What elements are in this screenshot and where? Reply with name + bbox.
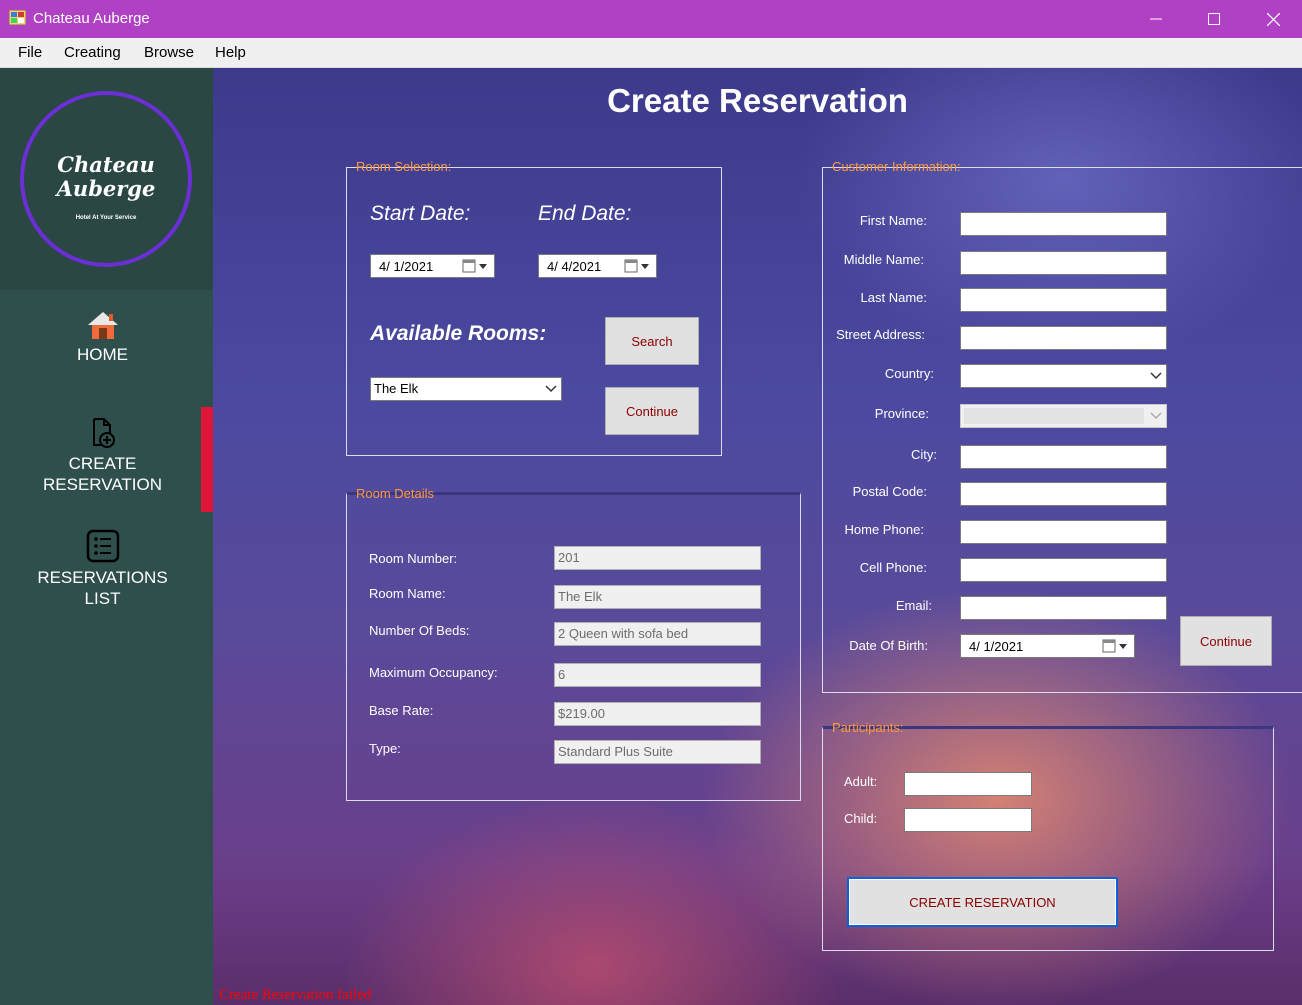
logo: Chateau Auberge Hotel At Your Service bbox=[20, 91, 192, 267]
end-date-label: End Date: bbox=[538, 202, 632, 225]
start-date-label: Start Date: bbox=[370, 202, 471, 225]
menu-browse[interactable]: Browse bbox=[144, 44, 194, 61]
child-field[interactable] bbox=[904, 808, 1032, 832]
room-selection-group: Room Selection: Start Date: End Date: 4/… bbox=[346, 159, 722, 456]
title-bar: Chateau Auberge bbox=[0, 0, 1302, 38]
maximum-occupancy-field[interactable]: 6 bbox=[554, 663, 761, 687]
logo-text: Chateau Auberge bbox=[56, 152, 156, 201]
app-icon bbox=[9, 10, 26, 25]
child-label: Child: bbox=[844, 811, 878, 826]
last-name-field[interactable] bbox=[960, 288, 1167, 312]
street-address-field[interactable] bbox=[960, 326, 1167, 350]
adult-label: Adult: bbox=[844, 774, 878, 789]
logo-area: Chateau Auberge Hotel At Your Service bbox=[0, 68, 213, 290]
sidebar: Chateau Auberge Hotel At Your Service HO… bbox=[0, 68, 213, 1005]
list-icon bbox=[86, 529, 119, 563]
base-rate-label: Base Rate: bbox=[369, 703, 434, 718]
window-title: Chateau Auberge bbox=[33, 10, 150, 27]
city-field[interactable] bbox=[960, 445, 1167, 469]
end-date-picker[interactable]: 4/ 4/2021 bbox=[538, 254, 657, 278]
number-of-beds-field[interactable]: 2 Queen with sofa bed bbox=[554, 622, 761, 646]
postal-code-field[interactable] bbox=[960, 482, 1167, 506]
add-document-icon bbox=[92, 418, 115, 448]
adult-field[interactable] bbox=[904, 772, 1032, 796]
room-details-group: Room Details Room Number: 201 Room Name:… bbox=[346, 486, 801, 801]
main-panel: Create Reservation Room Selection: Start… bbox=[213, 68, 1302, 1005]
sidebar-item-create-reservation[interactable]: CREATE RESERVATION bbox=[0, 417, 205, 495]
type-label: Type: bbox=[369, 741, 401, 756]
cell-phone-field[interactable] bbox=[960, 558, 1167, 582]
calendar-dropdown-icon bbox=[462, 259, 487, 273]
active-indicator bbox=[201, 407, 213, 512]
street-address-label: Street Address: bbox=[836, 327, 925, 342]
maximize-button[interactable] bbox=[1185, 0, 1243, 38]
menu-creating[interactable]: Creating bbox=[64, 44, 121, 61]
city-label: City: bbox=[911, 447, 937, 462]
maximum-occupancy-label: Maximum Occupancy: bbox=[369, 665, 498, 680]
sidebar-item-list-label-2: LIST bbox=[84, 589, 121, 608]
minimize-button[interactable] bbox=[1127, 0, 1185, 38]
minimize-icon bbox=[1150, 18, 1162, 20]
maximize-icon bbox=[1208, 13, 1220, 25]
sidebar-item-reservations-list[interactable]: RESERVATIONS LIST bbox=[0, 529, 205, 609]
chevron-down-icon bbox=[1150, 412, 1162, 420]
first-name-label: First Name: bbox=[859, 213, 927, 228]
province-select[interactable] bbox=[960, 404, 1167, 428]
close-icon bbox=[1266, 12, 1280, 26]
customer-continue-button[interactable]: Continue bbox=[1180, 616, 1272, 666]
room-name-field[interactable]: The Elk bbox=[554, 585, 761, 609]
room-number-label: Room Number: bbox=[369, 551, 458, 566]
room-selection-label: Room Selection: bbox=[356, 159, 452, 174]
sidebar-item-home[interactable]: HOME bbox=[0, 310, 205, 365]
room-number-field[interactable]: 201 bbox=[554, 546, 761, 570]
room-select[interactable]: The Elk bbox=[370, 377, 562, 401]
middle-name-label: Middle Name: bbox=[843, 252, 924, 267]
menu-help[interactable]: Help bbox=[215, 44, 246, 61]
number-of-beds-label: Number Of Beds: bbox=[369, 623, 470, 638]
province-label: Province: bbox=[874, 406, 929, 421]
calendar-dropdown-icon bbox=[1102, 639, 1127, 653]
create-reservation-button[interactable]: CREATE RESERVATION bbox=[847, 877, 1118, 927]
date-of-birth-label: Date Of Birth: bbox=[849, 638, 928, 653]
date-of-birth-picker[interactable]: 4/ 1/2021 bbox=[960, 634, 1135, 658]
participants-label: Participants: bbox=[832, 720, 904, 735]
start-date-picker[interactable]: 4/ 1/2021 bbox=[370, 254, 495, 278]
base-rate-field[interactable]: $219.00 bbox=[554, 702, 761, 726]
home-phone-label: Home Phone: bbox=[844, 522, 925, 537]
participants-group: Participants: Adult: Child: CREATE RESER… bbox=[822, 720, 1274, 951]
sidebar-item-create-label-2: RESERVATION bbox=[42, 475, 163, 494]
room-name-label: Room Name: bbox=[369, 586, 446, 601]
room-details-label: Room Details bbox=[356, 486, 435, 501]
home-icon bbox=[87, 312, 118, 339]
status-message: Create Reservation failed bbox=[219, 987, 372, 1003]
last-name-label: Last Name: bbox=[860, 290, 927, 305]
email-label: Email: bbox=[895, 598, 932, 613]
page-title: Create Reservation bbox=[607, 82, 908, 119]
home-phone-field[interactable] bbox=[960, 520, 1167, 544]
cell-phone-label: Cell Phone: bbox=[859, 560, 927, 575]
sidebar-item-list-label-1: RESERVATIONS bbox=[37, 568, 168, 587]
country-select[interactable] bbox=[960, 364, 1167, 388]
chevron-down-icon bbox=[1150, 372, 1162, 380]
middle-name-field[interactable] bbox=[960, 251, 1167, 275]
available-rooms-label: Available Rooms: bbox=[370, 322, 547, 345]
logo-tagline: Hotel At Your Service bbox=[75, 215, 137, 221]
sidebar-item-create-label-1: CREATE bbox=[68, 454, 137, 473]
customer-information-group: Customer Information: First Name: Middle… bbox=[822, 159, 1302, 693]
chevron-down-icon bbox=[545, 385, 557, 393]
customer-information-label: Customer Information: bbox=[832, 159, 961, 174]
postal-code-label: Postal Code: bbox=[852, 484, 927, 499]
country-label: Country: bbox=[884, 366, 934, 381]
type-field[interactable]: Standard Plus Suite bbox=[554, 740, 761, 764]
email-field[interactable] bbox=[960, 596, 1167, 620]
calendar-dropdown-icon bbox=[624, 259, 649, 273]
close-button[interactable] bbox=[1244, 0, 1302, 38]
menu-file[interactable]: File bbox=[18, 44, 42, 61]
first-name-field[interactable] bbox=[960, 212, 1167, 236]
menu-bar: File Creating Browse Help bbox=[0, 38, 1302, 68]
room-continue-button[interactable]: Continue bbox=[605, 387, 699, 435]
search-button[interactable]: Search bbox=[605, 317, 699, 365]
sidebar-item-home-label: HOME bbox=[77, 345, 128, 364]
